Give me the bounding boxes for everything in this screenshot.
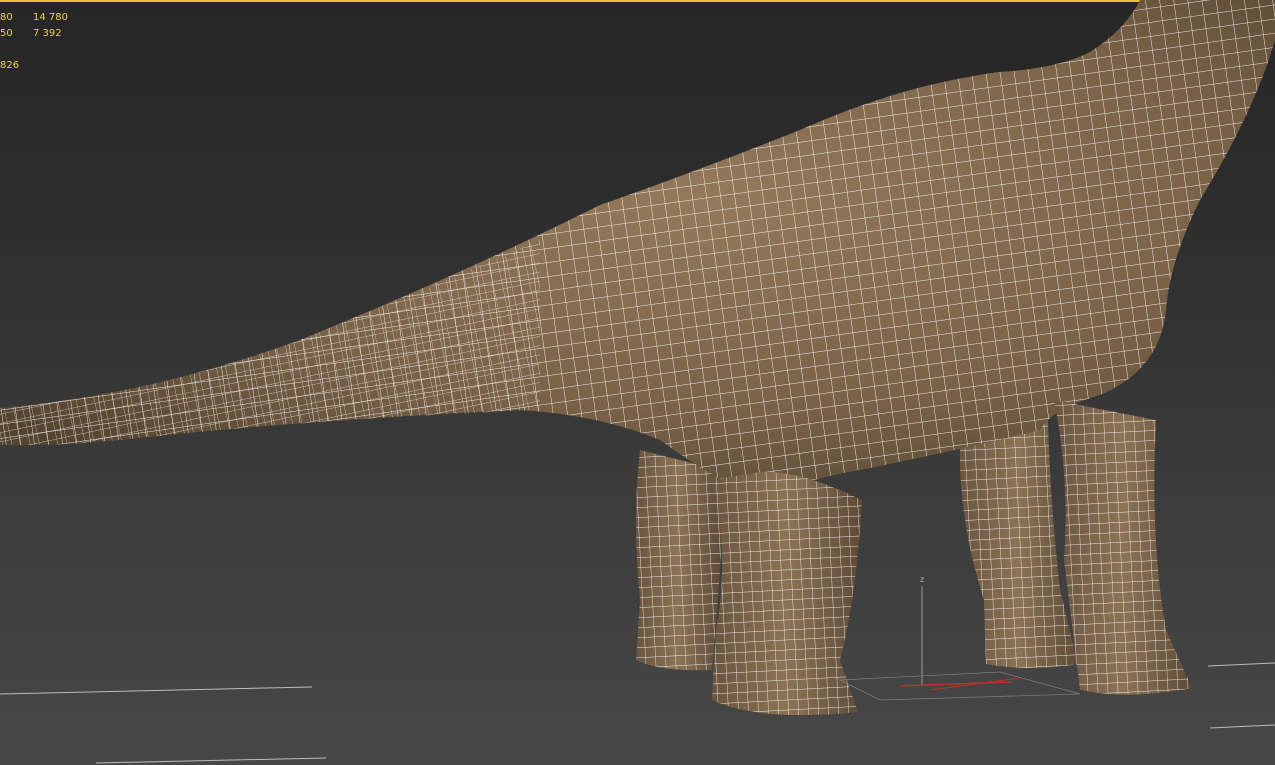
- stats-value: 14 780: [33, 12, 68, 23]
- stats-key: 80: [0, 12, 13, 23]
- gizmo-axis-z-label: z: [920, 575, 924, 584]
- stats-extra: 826: [0, 60, 20, 71]
- stats-key: 50: [0, 28, 13, 39]
- scene-canvas[interactable]: z: [0, 0, 1275, 765]
- stats-value: 7 392: [33, 28, 62, 39]
- viewport-perspective[interactable]: z 80 14 780 50 7 392 826: [0, 0, 1275, 765]
